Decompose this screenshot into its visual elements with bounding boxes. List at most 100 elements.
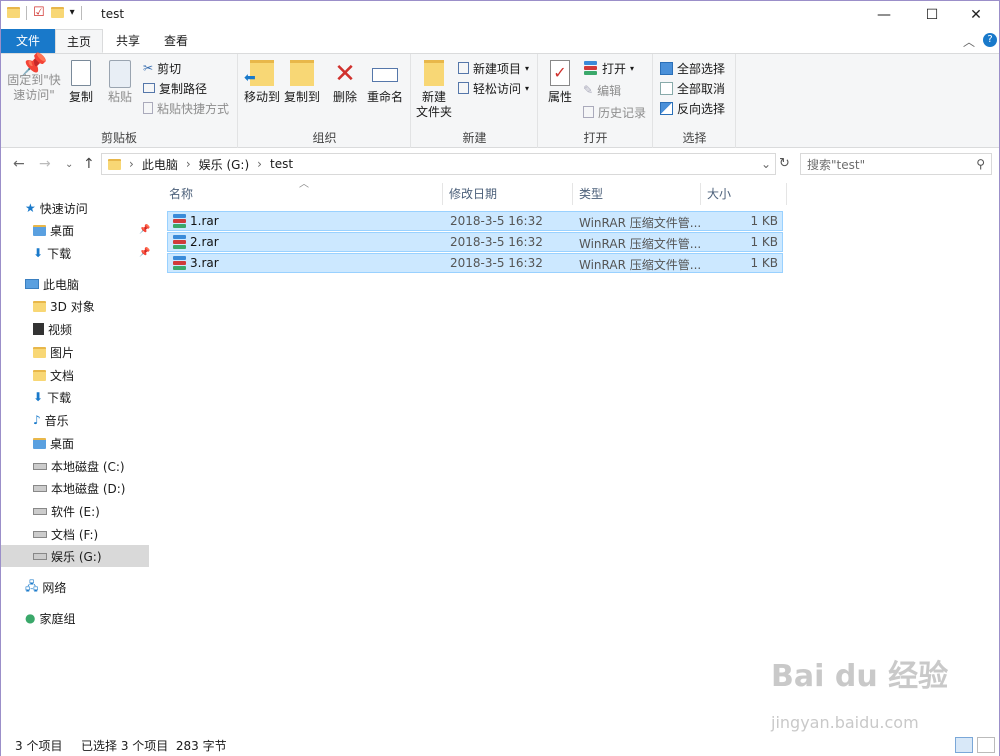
nav-item-downloads-pc[interactable]: ⬇ 下载 xyxy=(33,386,181,408)
column-date[interactable]: 修改日期 xyxy=(443,183,573,205)
paste-button[interactable]: 粘贴 xyxy=(103,58,137,105)
address-dropdown-icon[interactable]: ⌄ xyxy=(761,157,771,171)
table-row[interactable]: 3.rar 2018-3-5 16:32 WinRAR 压缩文件管... 1 K… xyxy=(167,253,783,273)
organize-group: ⬅ 移动到 复制到 ✕ 删除 重命名 组织 xyxy=(239,54,411,148)
new-folder-button[interactable]: 新建 文件夹 xyxy=(416,58,452,120)
properties-check-icon: ✓ xyxy=(550,60,570,86)
nav-item-music[interactable]: ♪ 音乐 xyxy=(33,409,181,431)
nav-this-pc[interactable]: 此电脑 xyxy=(25,273,173,295)
file-date: 2018-3-5 16:32 xyxy=(450,235,543,249)
title-bar: ☑ ▾ test — ☐ ✕ xyxy=(1,1,999,29)
rename-button[interactable]: 重命名 xyxy=(365,58,405,105)
delete-button[interactable]: ✕ 删除 xyxy=(331,58,359,105)
easy-access-button[interactable]: 轻松访问 ▾ xyxy=(458,78,529,98)
nav-item-3d-objects[interactable]: 3D 对象 xyxy=(33,295,181,317)
address-row: ← → ⌄ ↑ › 此电脑 › 娱乐 (G:) › test ⌄ ↻ 搜索"te… xyxy=(1,149,999,179)
pin-icon: 📌 xyxy=(139,248,151,258)
maximize-button[interactable]: ☐ xyxy=(909,1,955,29)
dropdown-icon: ▾ xyxy=(525,63,530,73)
breadcrumb-this-pc[interactable]: 此电脑 xyxy=(142,156,178,173)
nav-item-desktop-pc[interactable]: 桌面 xyxy=(33,432,181,454)
close-button[interactable]: ✕ xyxy=(953,1,999,29)
breadcrumb-drive[interactable]: 娱乐 (G:) xyxy=(199,156,250,173)
edit-button[interactable]: ✎ 编辑 xyxy=(583,80,621,100)
qat-dropdown-icon[interactable]: ▾ xyxy=(70,7,75,18)
window-title: test xyxy=(101,7,125,21)
nav-item-drive-g[interactable]: 娱乐 (G:) xyxy=(1,545,149,567)
organize-group-label: 组织 xyxy=(312,131,337,145)
tab-home[interactable]: 主页 xyxy=(55,29,103,53)
details-view-icon[interactable] xyxy=(955,737,973,753)
select-all-button[interactable]: 全部选择 xyxy=(660,58,725,78)
large-icons-view-icon[interactable] xyxy=(977,737,995,753)
nav-item-drive-d[interactable]: 本地磁盘 (D:) xyxy=(33,477,181,499)
help-icon[interactable]: ? xyxy=(983,33,997,47)
copy-button[interactable]: 复制 xyxy=(65,58,97,105)
file-date: 2018-3-5 16:32 xyxy=(450,214,543,228)
refresh-icon[interactable]: ↻ xyxy=(779,156,790,171)
invert-selection-button[interactable]: 反向选择 xyxy=(660,98,725,118)
nav-item-drive-e[interactable]: 软件 (E:) xyxy=(33,500,181,522)
copy-path-button[interactable]: 复制路径 xyxy=(143,78,207,98)
select-all-icon xyxy=(660,61,673,75)
properties-button[interactable]: ✓ 属性 xyxy=(545,58,575,105)
recent-chevron-down-icon[interactable]: ⌄ xyxy=(65,159,73,170)
cut-button[interactable]: ✂ 剪切 xyxy=(143,58,181,78)
new-folder-icon[interactable] xyxy=(50,7,64,18)
winrar-icon xyxy=(172,256,187,271)
paste-shortcut-button[interactable]: 粘贴快捷方式 xyxy=(143,98,229,118)
select-none-button[interactable]: 全部取消 xyxy=(660,78,725,98)
minimize-button[interactable]: — xyxy=(861,1,907,29)
column-type[interactable]: 类型 xyxy=(573,183,701,205)
new-item-button[interactable]: 新建项目 ▾ xyxy=(458,58,529,78)
easy-access-icon xyxy=(458,82,469,94)
table-row[interactable]: 1.rar 2018-3-5 16:32 WinRAR 压缩文件管... 1 K… xyxy=(167,211,783,231)
clipboard-group-label: 剪贴板 xyxy=(100,131,137,145)
up-icon[interactable]: ↑ xyxy=(83,156,95,172)
nav-item-desktop[interactable]: 桌面 📌 xyxy=(33,219,181,241)
back-icon[interactable]: ← xyxy=(13,156,25,172)
nav-quick-access[interactable]: ★ 快速访问 xyxy=(25,197,173,219)
properties-icon[interactable]: ☑ xyxy=(33,5,45,20)
nav-item-pictures[interactable]: 图片 xyxy=(33,341,181,363)
tab-share[interactable]: 共享 xyxy=(105,29,151,53)
address-bar[interactable]: › 此电脑 › 娱乐 (G:) › test ⌄ xyxy=(101,153,776,175)
download-icon: ⬇ xyxy=(33,390,44,404)
collapse-ribbon-icon[interactable]: ︿ xyxy=(963,33,975,50)
move-to-button[interactable]: ⬅ 移动到 xyxy=(243,58,281,105)
dropdown-icon: ▾ xyxy=(525,83,530,93)
table-row[interactable]: 2.rar 2018-3-5 16:32 WinRAR 压缩文件管... 1 K… xyxy=(167,232,783,252)
tab-file[interactable]: 文件 xyxy=(1,29,55,53)
tab-view[interactable]: 查看 xyxy=(153,29,199,53)
column-name[interactable]: 名称 xyxy=(163,183,443,205)
desktop-folder-icon xyxy=(33,437,46,449)
drive-icon xyxy=(33,552,47,560)
nav-item-downloads[interactable]: ⬇ 下载 📌 xyxy=(33,242,181,264)
computer-icon xyxy=(25,279,39,289)
open-group-label: 打开 xyxy=(583,131,608,145)
breadcrumb-sep-icon: › xyxy=(129,157,134,171)
ribbon: 📌 固定到"快速访问" 复制 粘贴 ✂ 剪切 复制路径 粘贴快捷方式 剪贴板 ⬅ … xyxy=(1,53,999,148)
nav-item-drive-c[interactable]: 本地磁盘 (C:) xyxy=(33,455,181,477)
nav-item-documents[interactable]: 文档 xyxy=(33,364,181,386)
nav-item-drive-f[interactable]: 文档 (F:) xyxy=(33,523,181,545)
copy-to-button[interactable]: 复制到 xyxy=(283,58,321,105)
music-icon: ♪ xyxy=(33,413,41,427)
forward-icon[interactable]: → xyxy=(39,156,51,172)
video-icon xyxy=(33,323,44,335)
rename-icon xyxy=(372,68,398,82)
nav-network[interactable]: 🖧 网络 xyxy=(25,576,173,598)
nav-homegroup[interactable]: ● 家庭组 xyxy=(25,607,173,629)
dropdown-icon: ▾ xyxy=(630,63,635,73)
winrar-icon xyxy=(172,235,187,250)
pin-icon: 📌 xyxy=(20,53,48,78)
copy-to-icon xyxy=(290,60,314,86)
select-none-icon xyxy=(660,81,673,95)
search-input[interactable]: 搜索"test" ⚲ xyxy=(800,153,992,175)
open-button[interactable]: 打开 ▾ xyxy=(583,58,634,78)
history-button[interactable]: 历史记录 xyxy=(583,102,646,122)
pin-quick-access-button[interactable]: 📌 固定到"快速访问" xyxy=(5,53,63,103)
breadcrumb-folder[interactable]: test xyxy=(270,157,293,171)
column-size[interactable]: 大小 xyxy=(701,183,787,205)
nav-item-videos[interactable]: 视频 xyxy=(33,318,181,340)
